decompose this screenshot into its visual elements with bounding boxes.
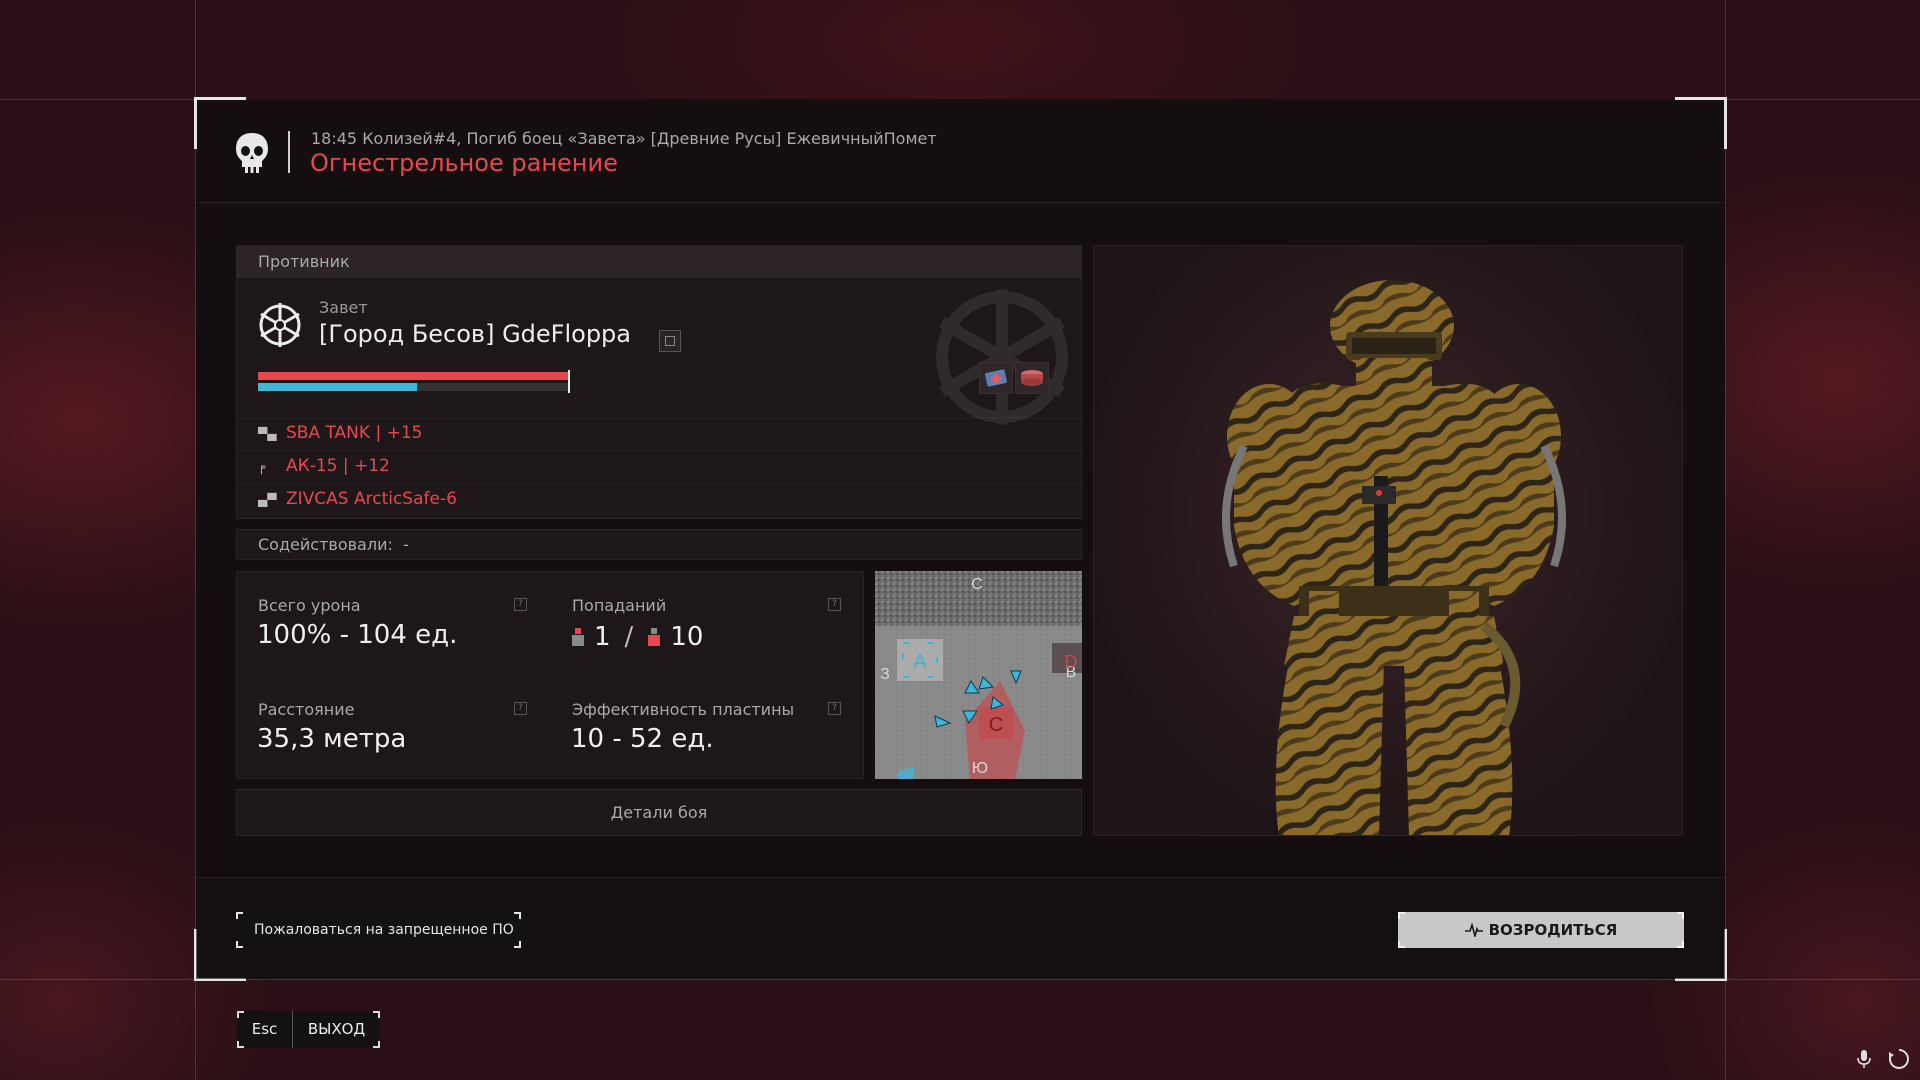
- body-hits-count: 10: [670, 622, 704, 652]
- death-event-text: 18:45 Колизей#4, Погиб боец «Завета» [Др…: [311, 129, 937, 148]
- hits-value: 1 / 10: [571, 622, 703, 652]
- stat-value: 35,3 метра: [257, 724, 407, 754]
- guide-line: [1725, 0, 1726, 1080]
- help-icon[interactable]: ?: [514, 702, 527, 715]
- bar-tick: [568, 381, 570, 393]
- loading-icon: [1889, 1049, 1909, 1069]
- assist-label: Содействовали:: [258, 535, 393, 554]
- map-north-label: С: [971, 576, 983, 593]
- button-bracket: [1398, 941, 1405, 948]
- body-hit-icon: [648, 628, 661, 646]
- button-bracket: [514, 912, 521, 919]
- help-icon[interactable]: ?: [514, 598, 527, 611]
- enemy-panel: Противник Завет [Город Бесов] GdeFloppa: [236, 245, 1082, 519]
- hits-separator: /: [624, 622, 634, 652]
- head-hit-icon: [572, 628, 584, 646]
- stat-label: Всего урона: [258, 596, 361, 615]
- button-bracket: [1398, 912, 1405, 919]
- button-bracket: [1677, 941, 1684, 948]
- equipment-label: ZIVCAS ArcticSafe-6: [286, 489, 457, 509]
- stat-value: 10 - 52 ед.: [571, 724, 714, 754]
- map-point-d: D: [1065, 652, 1078, 672]
- enemy-faction: Завет: [319, 298, 368, 317]
- killer-character-preview: [1093, 245, 1683, 836]
- enemy-name: [Город Бесов] GdeFloppa: [319, 320, 631, 348]
- esc-key-hint: Esc: [237, 1011, 293, 1048]
- assist-value: -: [403, 535, 409, 554]
- stat-plate-efficiency: Эффективность пластины 10 - 52 ед. ?: [551, 676, 863, 778]
- minimap-canvas: С Ю З В A C D: [875, 571, 1082, 779]
- battle-details-button[interactable]: Детали боя: [236, 789, 1082, 836]
- death-screen-panel: 18:45 Колизей#4, Погиб боец «Завета» [Др…: [194, 97, 1727, 981]
- medkit-status-icon: [979, 362, 1013, 394]
- death-header: 18:45 Колизей#4, Погиб боец «Завета» [Др…: [196, 99, 1725, 203]
- health-bar-fill: [258, 372, 570, 380]
- enemy-section-title: Противник: [237, 246, 1081, 278]
- report-cheater-button[interactable]: Пожаловаться на запрещенное ПО: [236, 912, 521, 948]
- head-hits-count: 1: [594, 622, 611, 652]
- armor-icon: ▀▄: [258, 427, 277, 441]
- help-icon[interactable]: ?: [828, 702, 841, 715]
- copy-name-icon[interactable]: [659, 330, 681, 352]
- map-point-c: C: [989, 714, 1003, 736]
- respawn-button[interactable]: ВОЗРОДИТЬСЯ: [1398, 912, 1684, 948]
- header-divider: [288, 131, 290, 173]
- button-bracket: [373, 1011, 380, 1018]
- death-minimap[interactable]: С Ю З В A C D: [875, 571, 1082, 779]
- skull-icon: [236, 133, 268, 173]
- help-icon[interactable]: ?: [828, 598, 841, 611]
- stat-label: Попаданий: [572, 596, 667, 615]
- button-bracket: [236, 912, 243, 919]
- respawn-button-label: ВОЗРОДИТЬСЯ: [1488, 921, 1618, 939]
- report-button-label: Пожаловаться на запрещенное ПО: [254, 922, 514, 938]
- death-cause: Огнестрельное ранение: [310, 149, 618, 177]
- stat-label: Расстояние: [258, 700, 355, 719]
- equipment-label: АК-15 | +12: [286, 456, 390, 476]
- faction-emblem-icon: [259, 303, 301, 347]
- button-bracket: [237, 1041, 244, 1048]
- heartbeat-icon: [1464, 923, 1483, 937]
- armor-bar-fill: [258, 383, 418, 391]
- assist-row: Содействовали: -: [236, 529, 1082, 560]
- bandage-status-icon: [1015, 362, 1049, 394]
- helmet-icon: ▄▀: [258, 493, 277, 507]
- soldier-model-image: [1222, 280, 1566, 835]
- stat-value: 100% - 104 ед.: [257, 620, 458, 650]
- equipment-label: SBA TANK | +15: [286, 423, 423, 443]
- map-south-label: Ю: [972, 760, 988, 777]
- equipment-row: ╒ АК-15 | +12: [237, 450, 1081, 483]
- stat-label: Эффективность пластины: [572, 700, 795, 719]
- button-bracket: [373, 1041, 380, 1048]
- faction-watermark-icon: [936, 289, 1068, 425]
- stat-total-damage: Всего урона 100% - 104 ед. ?: [237, 572, 549, 674]
- stat-hits: Попаданий 1 / 10 ?: [551, 572, 863, 674]
- button-bracket: [514, 941, 521, 948]
- microphone-icon[interactable]: [1852, 1047, 1876, 1071]
- health-bar: [258, 370, 570, 382]
- button-bracket: [236, 941, 243, 948]
- equipment-row: ▄▀ ZIVCAS ArcticSafe-6: [237, 483, 1081, 516]
- button-bracket: [237, 1011, 244, 1018]
- guide-line: [0, 979, 1920, 980]
- exit-label: ВЫХОД: [307, 1020, 366, 1038]
- button-bracket: [1677, 912, 1684, 919]
- armor-bar: [258, 381, 570, 393]
- enemy-status-bars: [258, 370, 570, 394]
- map-point-a: A: [913, 651, 927, 673]
- equipment-row: ▀▄ SBA TANK | +15: [237, 417, 1081, 450]
- death-footer: Пожаловаться на запрещенное ПО ВОЗРОДИТЬ…: [196, 877, 1725, 979]
- combat-stats: Всего урона 100% - 104 ед. ? Попаданий 1…: [236, 571, 864, 779]
- rifle-icon: ╒: [258, 460, 266, 474]
- exit-button[interactable]: Esc ВЫХОД: [237, 1011, 380, 1048]
- map-west-label: З: [880, 666, 890, 683]
- stat-distance: Расстояние 35,3 метра ?: [237, 676, 549, 778]
